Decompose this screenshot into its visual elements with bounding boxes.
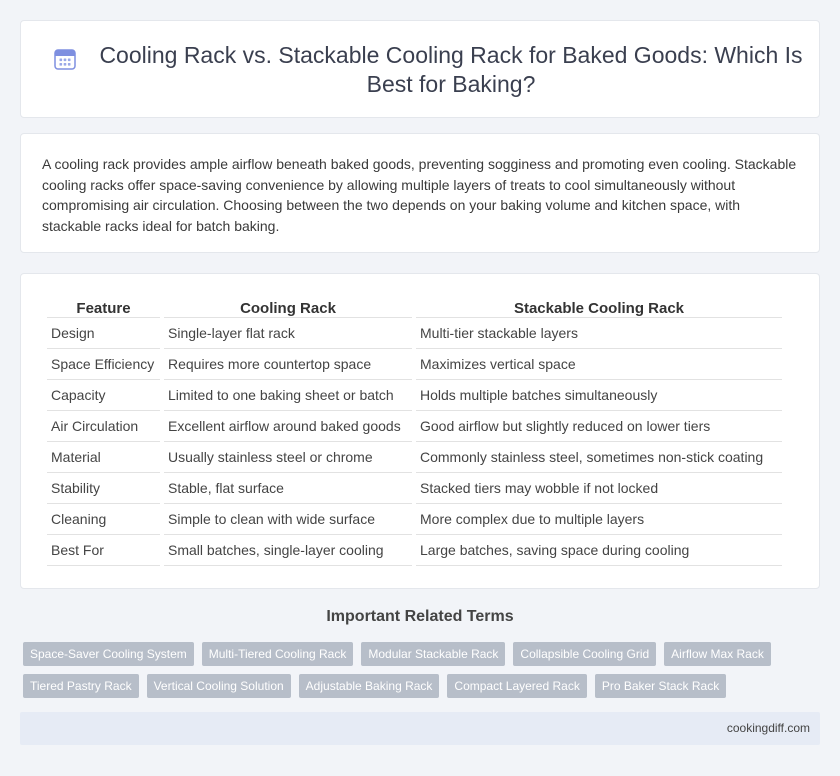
table-row: Material Usually stainless steel or chro… <box>47 442 782 473</box>
table-cell: Simple to clean with wide surface <box>164 504 412 535</box>
related-term-tag[interactable]: Multi-Tiered Cooling Rack <box>201 642 354 666</box>
table-cell: Multi-tier stackable layers <box>416 318 782 349</box>
table-row: Design Single-layer flat rack Multi-tier… <box>47 318 782 349</box>
footer-site-link[interactable]: cookingdiff.com <box>727 721 810 735</box>
related-term-tag[interactable]: Vertical Cooling Solution <box>146 674 291 698</box>
comparison-table: Feature Cooling Rack Stackable Cooling R… <box>43 298 786 566</box>
table-row: Best For Small batches, single-layer coo… <box>47 535 782 566</box>
table-cell: Small batches, single-layer cooling <box>164 535 412 566</box>
header-card: Cooling Rack vs. Stackable Cooling Rack … <box>20 20 820 118</box>
table-cell: Excellent airflow around baked goods <box>164 411 412 442</box>
table-cell: Commonly stainless steel, sometimes non-… <box>416 442 782 473</box>
table-cell: Limited to one baking sheet or batch <box>164 380 412 411</box>
intro-card: A cooling rack provides ample airflow be… <box>20 133 820 253</box>
related-term-tag[interactable]: Tiered Pastry Rack <box>23 674 139 698</box>
table-cell: Air Circulation <box>47 411 160 442</box>
related-term-tag[interactable]: Collapsible Cooling Grid <box>513 642 657 666</box>
table-cell: Good airflow but slightly reduced on low… <box>416 411 782 442</box>
table-row: Capacity Limited to one baking sheet or … <box>47 380 782 411</box>
column-header-cooling-rack: Cooling Rack <box>164 298 412 318</box>
column-header-stackable-cooling-rack: Stackable Cooling Rack <box>416 298 782 318</box>
related-terms-list: Space-Saver Cooling System Multi-Tiered … <box>23 642 803 698</box>
related-term-tag[interactable]: Space-Saver Cooling System <box>23 642 194 666</box>
table-cell: Stacked tiers may wobble if not locked <box>416 473 782 504</box>
column-header-feature: Feature <box>47 298 160 318</box>
table-cell: Best For <box>47 535 160 566</box>
footer: cookingdiff.com <box>20 712 820 745</box>
comparison-card: Feature Cooling Rack Stackable Cooling R… <box>20 273 820 589</box>
table-cell: Stable, flat surface <box>164 473 412 504</box>
table-cell: Cleaning <box>47 504 160 535</box>
table-row: Stability Stable, flat surface Stacked t… <box>47 473 782 504</box>
related-terms-heading: Important Related Terms <box>326 608 514 625</box>
table-cell: Single-layer flat rack <box>164 318 412 349</box>
table-cell: Capacity <box>47 380 160 411</box>
table-row: Space Efficiency Requires more counterto… <box>47 349 782 380</box>
table-cell: Space Efficiency <box>47 349 160 380</box>
table-cell: Requires more countertop space <box>164 349 412 380</box>
related-term-tag[interactable]: Pro Baker Stack Rack <box>594 674 727 698</box>
table-cell: Maximizes vertical space <box>416 349 782 380</box>
related-term-tag[interactable]: Modular Stackable Rack <box>361 642 506 666</box>
table-row: Air Circulation Excellent airflow around… <box>47 411 782 442</box>
table-cell: Large batches, saving space during cooli… <box>416 535 782 566</box>
related-term-tag[interactable]: Compact Layered Rack <box>447 674 587 698</box>
related-term-tag[interactable]: Adjustable Baking Rack <box>298 674 440 698</box>
related-term-tag[interactable]: Airflow Max Rack <box>664 642 771 666</box>
intro-paragraph: A cooling rack provides ample airflow be… <box>42 156 797 234</box>
table-header-row: Feature Cooling Rack Stackable Cooling R… <box>47 298 782 318</box>
table-cell: Material <box>47 442 160 473</box>
table-cell: Design <box>47 318 160 349</box>
page-title: Cooling Rack vs. Stackable Cooling Rack … <box>99 42 803 97</box>
table-cell: Stability <box>47 473 160 504</box>
table-cell: More complex due to multiple layers <box>416 504 782 535</box>
table-row: Cleaning Simple to clean with wide surfa… <box>47 504 782 535</box>
table-cell: Usually stainless steel or chrome <box>164 442 412 473</box>
table-cell: Holds multiple batches simultaneously <box>416 380 782 411</box>
